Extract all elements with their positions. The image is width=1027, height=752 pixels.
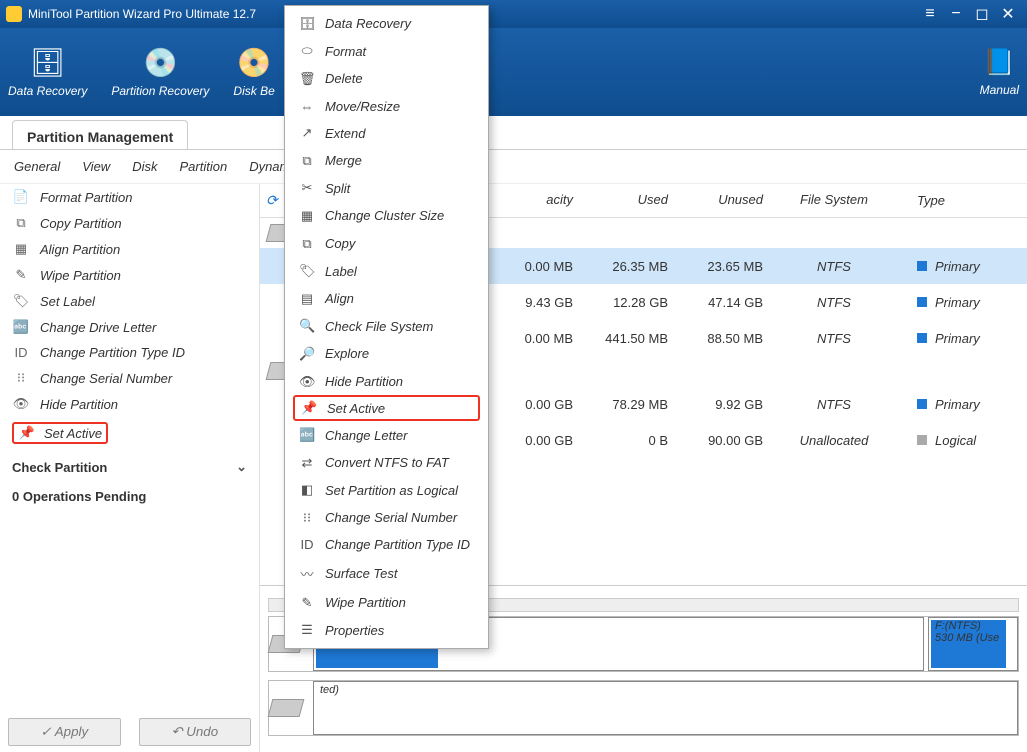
title-bar: MiniTool Partition Wizard Pro Ultimate 1… <box>0 0 1027 28</box>
side-panel: 📄Format Partition⧉Copy Partition▦Align P… <box>0 184 260 752</box>
sidebar-change-partition-type-id[interactable]: IDChange Partition Type ID <box>8 340 251 365</box>
menu-bar: GeneralViewDiskPartitionDynamic <box>0 150 1027 184</box>
manual-icon: 📘 <box>980 47 1019 78</box>
tab-strip: Partition Management <box>0 116 1027 150</box>
sidebar-wipe-partition[interactable]: ✎Wipe Partition <box>8 262 251 288</box>
ctx-label[interactable]: 🏷Label <box>285 257 488 285</box>
ctx-align[interactable]: ▤Align <box>285 285 488 313</box>
sidebar-set-active[interactable]: 📌 Set Active <box>8 417 251 449</box>
ctx-check-file-system[interactable]: 🔍Check File System <box>285 313 488 341</box>
disk-map-2[interactable]: ted) <box>268 680 1019 736</box>
operations-pending: 0 Operations Pending <box>8 479 251 508</box>
ctx-convert-ntfs-to-fat[interactable]: ⇄Convert NTFS to FAT <box>285 449 488 477</box>
ctx-hide-partition[interactable]: 👁Hide Partition <box>285 368 488 396</box>
ctx-change-partition-type-id[interactable]: IDChange Partition Type ID <box>285 532 488 559</box>
ctx-split[interactable]: ✂Split <box>285 175 488 203</box>
ribbon-partition-recovery[interactable]: 💿Partition Recovery <box>111 46 209 98</box>
ctx-delete[interactable]: 🗑Delete <box>285 65 488 93</box>
sidebar-set-label[interactable]: 🏷Set Label <box>8 288 251 314</box>
app-logo-icon <box>6 6 22 22</box>
tab-partition-management[interactable]: Partition Management <box>12 120 188 149</box>
ctx-data-recovery[interactable]: 🗄Data Recovery <box>285 10 488 38</box>
ctx-format[interactable]: ⬭Format <box>285 38 488 66</box>
sidebar-hide-partition[interactable]: 👁Hide Partition <box>8 391 251 417</box>
menu-disk[interactable]: Disk <box>132 159 157 174</box>
window-title: MiniTool Partition Wizard Pro Ultimate 1… <box>28 7 256 21</box>
context-menu: 🗄Data Recovery⬭Format🗑Delete⇔Move/Resize… <box>284 5 489 649</box>
ctx-change-cluster-size[interactable]: ▦Change Cluster Size <box>285 202 488 230</box>
ctx-change-letter[interactable]: 🔤Change Letter <box>285 421 488 449</box>
ribbon-data-recovery[interactable]: 🗄Data Recovery <box>8 46 87 98</box>
refresh-icon[interactable]: ⟳ <box>266 192 278 208</box>
sidebar-change-serial-number[interactable]: ⁝⁝Change Serial Number <box>8 365 251 391</box>
sidebar-set-active-label: Set Active <box>44 426 102 441</box>
sidebar-change-drive-letter[interactable]: 🔤Change Drive Letter <box>8 314 251 340</box>
ctx-surface-test[interactable]: 〰Surface Test <box>285 558 488 589</box>
ribbon-toolbar: 🗄Data Recovery 💿Partition Recovery 📀Disk B… <box>0 28 1027 116</box>
check-partition-section[interactable]: Check Partition ⌄ <box>8 449 251 479</box>
ctx-change-serial-number[interactable]: ⁝⁝Change Serial Number <box>285 504 488 532</box>
undo-button[interactable]: ↶ Undo <box>139 718 252 746</box>
menu-icon[interactable]: ≡ <box>917 5 943 23</box>
ctx-merge[interactable]: ⧉Merge <box>285 147 488 175</box>
ctx-set-active[interactable]: 📌Set Active <box>293 395 480 421</box>
close-button[interactable]: ✕ <box>995 4 1021 24</box>
manual-label: Manual <box>980 83 1019 97</box>
ctx-extend[interactable]: ↗Extend <box>285 119 488 147</box>
chevron-down-icon: ⌄ <box>236 459 247 475</box>
maximize-button[interactable]: ◻ <box>969 4 995 24</box>
menu-partition[interactable]: Partition <box>179 159 227 174</box>
ctx-move/resize[interactable]: ⇔Move/Resize <box>285 93 488 120</box>
menu-view[interactable]: View <box>82 159 110 174</box>
sidebar-copy-partition[interactable]: ⧉Copy Partition <box>8 210 251 236</box>
ribbon-disk-be[interactable]: 📀Disk Be <box>233 46 274 98</box>
apply-button[interactable]: ✓ Apply <box>8 718 121 746</box>
pin-icon: 📌 <box>18 425 36 441</box>
ctx-properties[interactable]: ☰Properties <box>285 616 488 644</box>
minimize-button[interactable]: − <box>943 5 969 23</box>
sidebar-format-partition[interactable]: 📄Format Partition <box>8 184 251 210</box>
manual-button[interactable]: 📘 Manual <box>980 47 1019 97</box>
ctx-wipe-partition[interactable]: ✎Wipe Partition <box>285 589 488 617</box>
ctx-set-partition-as-logical[interactable]: ◧Set Partition as Logical <box>285 477 488 505</box>
ctx-copy[interactable]: ⧉Copy <box>285 230 488 258</box>
disk-icon <box>268 699 305 717</box>
menu-general[interactable]: General <box>14 159 60 174</box>
sidebar-align-partition[interactable]: ▦Align Partition <box>8 236 251 262</box>
ctx-explore[interactable]: 🔎Explore <box>285 340 488 368</box>
